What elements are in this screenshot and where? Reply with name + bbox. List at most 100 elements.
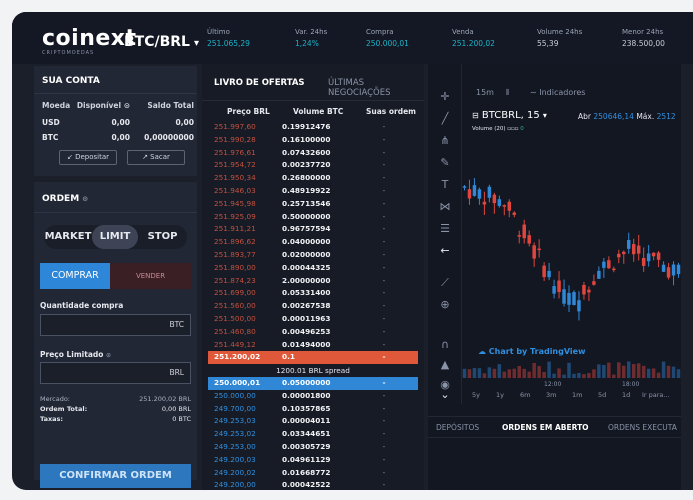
logo[interactable]: coinext [42, 26, 137, 51]
order-book-row[interactable]: 251.893,77 0.02000000 - [208, 249, 418, 262]
order-book-row[interactable]: 251.699,00 0.05331400 - [208, 287, 418, 300]
tab-order-book[interactable]: LIVRO DE OFERTAS [214, 78, 305, 88]
order-book-row[interactable]: 251.997,60 0.19912476 - [208, 121, 418, 134]
indicators-button[interactable]: ∼ Indicadores [530, 88, 585, 97]
x-axis-label: 18:00 [622, 381, 640, 388]
stat-label: Venda [452, 28, 474, 36]
order-book-row[interactable]: 250.000,01 0.05000000 - [208, 377, 418, 390]
order-book-row[interactable]: 251.990,28 0.16100000 - [208, 134, 418, 147]
order-type-limit[interactable]: LIMIT [92, 225, 138, 249]
order-book-row[interactable]: 251.460,80 0.00496253 - [208, 326, 418, 339]
stat-value: 55,39 [537, 39, 559, 48]
volume: 0.00267538 [282, 301, 331, 311]
pattern-icon[interactable]: ⋈ [438, 200, 452, 214]
withdraw-button[interactable]: ↗ Sacar [127, 150, 185, 165]
order-book-row[interactable]: 251.911,21 0.96757594 - [208, 223, 418, 236]
volume-bar [542, 371, 546, 378]
candlestick-chart[interactable] [462, 138, 681, 378]
price: 251.945,98 [214, 198, 256, 208]
order-book-row[interactable]: 250.000,00 0.00001800 - [208, 390, 418, 403]
range-1m[interactable]: 1m [572, 391, 582, 399]
info-icon: ⊙ [106, 352, 112, 359]
order-type-toggle: MARKET LIMIT STOP [44, 225, 187, 249]
order-type-stop[interactable]: STOP [138, 225, 187, 249]
trendline-icon[interactable]: ╱ [438, 112, 452, 126]
order-book-row[interactable]: 249.200,03 0.04961129 - [208, 454, 418, 467]
order-book-row[interactable]: 251.200,02 0.1 - [208, 351, 418, 365]
fees-value: 0 BTC [172, 415, 191, 423]
deposit-button[interactable]: ↙ Depositar [59, 150, 117, 165]
range-1d[interactable]: 1d [622, 391, 630, 399]
tab-deposits[interactable]: DEPÓSITOS [436, 423, 479, 432]
stat-value: 238.500,00 [622, 39, 665, 48]
order-book-row[interactable]: 249.253,00 0.00305729 - [208, 441, 418, 454]
price: 251.200,02 [214, 352, 261, 362]
volume-bar [597, 364, 601, 378]
chevron-down-icon[interactable]: ▾ [543, 111, 547, 120]
order-book-row[interactable]: 251.500,00 0.00011963 - [208, 313, 418, 326]
volume-bar [517, 365, 521, 378]
order-book-row[interactable]: 251.954,72 0.00237720 - [208, 159, 418, 172]
candle-body [487, 186, 492, 198]
order-book-row[interactable]: 249.253,03 0.00004011 - [208, 415, 418, 428]
buy-tab[interactable]: COMPRAR [40, 263, 110, 289]
range-3m[interactable]: 3m [546, 391, 556, 399]
volume-bar [477, 368, 482, 378]
range-5y[interactable]: 5y [472, 391, 480, 399]
order-book-row[interactable]: 251.946,03 0.48919922 - [208, 185, 418, 198]
order-book-row[interactable]: 251.976,61 0.07432600 - [208, 147, 418, 160]
range-6m[interactable]: 6m [520, 391, 530, 399]
own-orders: - [382, 339, 386, 349]
order-book-row[interactable]: 251.950,34 0.26800000 - [208, 172, 418, 185]
quantity-input[interactable]: BTC [40, 314, 191, 336]
limit-price-input[interactable]: BRL [40, 362, 191, 384]
price: 251.460,80 [214, 326, 256, 336]
magnet-icon[interactable]: ∩ [438, 338, 452, 352]
account-panel: SUA CONTA Moeda Disponível ⊙ Saldo Total… [34, 66, 197, 176]
range-5d[interactable]: 5d [598, 391, 606, 399]
fib-icon[interactable]: ☰ [438, 222, 452, 236]
order-book-row[interactable]: 249.700,00 0.10357865 - [208, 403, 418, 416]
order-book-row[interactable]: 249.200,02 0.01668772 - [208, 467, 418, 480]
order-book-row[interactable]: 251.874,23 2.00000000 - [208, 275, 418, 288]
order-book-row[interactable]: 251.945,98 0.25713546 - [208, 198, 418, 211]
text-icon[interactable]: T [438, 178, 452, 192]
volume-bar [567, 362, 571, 378]
pair-selector[interactable]: BTC/BRL ▾ [124, 34, 199, 50]
order-book-row[interactable]: 251.449,12 0.01494000 - [208, 339, 418, 352]
interval-selector[interactable]: 15m [476, 88, 494, 97]
collapse-icon[interactable]: ⊟ [472, 111, 479, 120]
order-book-row[interactable]: 251.896,62 0.04000000 - [208, 236, 418, 249]
logo-subtitle: CRIPTOMOEDAS [42, 50, 95, 56]
stat-last: Último 251.065,29 [207, 28, 250, 48]
go-to-date[interactable]: Ir para... [642, 391, 670, 399]
order-type-market[interactable]: MARKET [44, 225, 92, 249]
arrow-left-icon[interactable]: ← [438, 244, 452, 258]
order-book-row[interactable]: 249.253,02 0.03344651 - [208, 428, 418, 441]
ruler-icon[interactable]: ⟋ [438, 276, 452, 290]
sell-tab[interactable]: VENDER [110, 263, 191, 289]
volume-bar [512, 368, 517, 378]
own-orders: - [382, 429, 386, 439]
confirm-order-button[interactable]: CONFIRMAR ORDEM [40, 464, 191, 488]
order-book-row[interactable]: 251.560,00 0.00267538 - [208, 300, 418, 313]
candle-body [577, 300, 581, 312]
tab-last-trades[interactable]: ÚLTIMAS NEGOCIAÇÕES [328, 78, 424, 98]
pitchfork-icon[interactable]: ⋔ [438, 134, 452, 148]
order-book-row[interactable]: 251.925,09 0.50000000 - [208, 211, 418, 224]
order-book-row[interactable]: 251.890,00 0.00044325 - [208, 262, 418, 275]
lock-icon[interactable]: ▲ [438, 358, 452, 372]
volume-bar [557, 368, 561, 378]
tab-executed-orders[interactable]: ORDENS EXECUTA [608, 423, 677, 432]
volume: 0.05331400 [282, 288, 331, 298]
brush-icon[interactable]: ✎ [438, 156, 452, 170]
zoom-icon[interactable]: ⊕ [438, 298, 452, 312]
tab-open-orders[interactable]: ORDENS EM ABERTO [502, 423, 589, 432]
tradingview-attribution[interactable]: ☁ Chart by TradingView [478, 347, 585, 356]
range-1y[interactable]: 1y [496, 391, 504, 399]
candle-type-icon[interactable]: ⫴ [506, 88, 509, 98]
volume: 0.07432600 [282, 147, 331, 157]
chevron-down-icon[interactable]: ⌄ [438, 388, 452, 402]
order-book-row[interactable]: 249.200,00 0.00042522 - [208, 479, 418, 490]
crosshair-icon[interactable]: ✛ [438, 90, 452, 104]
